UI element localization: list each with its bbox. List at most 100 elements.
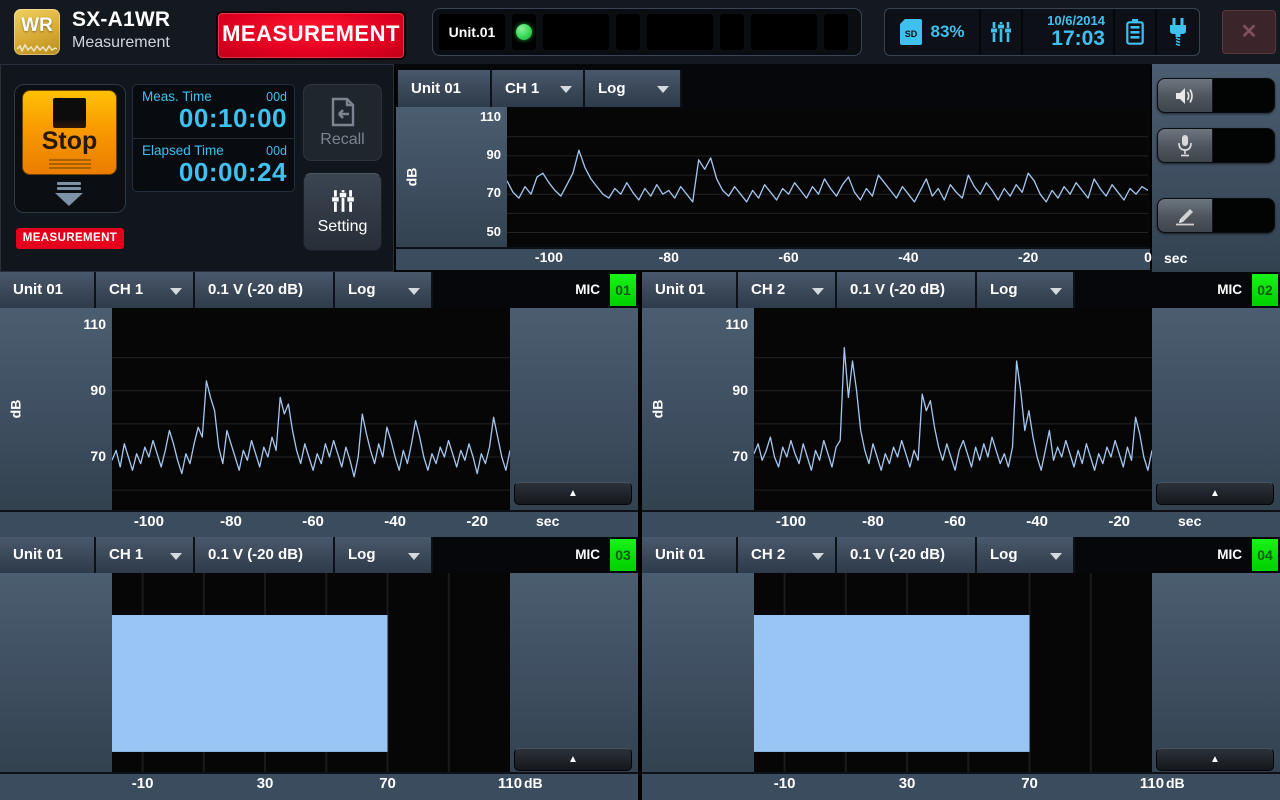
elapsed-time-days: 00d bbox=[266, 144, 287, 158]
mic-label: MIC bbox=[575, 272, 600, 308]
mic04-scale-select[interactable]: Log bbox=[977, 537, 1075, 573]
recall-button[interactable]: Recall bbox=[303, 84, 382, 161]
mic03-channel-select[interactable]: CH 1 bbox=[96, 537, 195, 573]
mic04-y-axis bbox=[642, 573, 754, 772]
overview-channel-select[interactable]: CH 1 bbox=[492, 70, 585, 107]
green-led-icon bbox=[516, 24, 532, 40]
collapse-button[interactable]: ▲ bbox=[514, 482, 632, 505]
mic01-channel-select[interactable]: CH 1 bbox=[96, 272, 195, 308]
unit-slot-empty bbox=[543, 14, 609, 50]
y-tick-label: 110 bbox=[725, 316, 748, 332]
side-buttons-column: sec bbox=[1152, 64, 1280, 272]
mixer-status bbox=[979, 9, 1021, 55]
mic02-range-label: 0.1 V (-20 dB) bbox=[837, 272, 977, 308]
collapse-button[interactable]: ▲ bbox=[1156, 748, 1274, 771]
x-tick-label: 30 bbox=[257, 775, 274, 792]
mic01-x-axis: -100-80-60-40-20 sec bbox=[0, 510, 638, 537]
mic02-unit-label: Unit 01 bbox=[642, 272, 738, 308]
overview-scale-select[interactable]: Log bbox=[585, 70, 682, 107]
elapsed-time-label: Elapsed Time bbox=[142, 143, 224, 158]
svg-text:SD: SD bbox=[905, 29, 918, 39]
x-tick-label: -80 bbox=[862, 513, 884, 530]
y-tick-label: 110 bbox=[480, 109, 501, 124]
measurement-mode-button[interactable]: MEASUREMENT bbox=[216, 11, 406, 60]
x-tick-label: -10 bbox=[774, 775, 796, 792]
time-text: 17:03 bbox=[1051, 28, 1105, 50]
setting-button[interactable]: Setting bbox=[303, 173, 382, 251]
collapse-controls-arrow-icon[interactable] bbox=[51, 180, 87, 206]
close-button[interactable]: ✕ bbox=[1222, 10, 1276, 54]
mic03-scale-select[interactable]: Log bbox=[335, 537, 433, 573]
stop-button[interactable]: Stop bbox=[22, 90, 117, 175]
app-icon-text: WR bbox=[14, 15, 60, 37]
speaker-icon bbox=[1174, 86, 1196, 106]
overview-plot bbox=[507, 110, 1148, 244]
x-tick-label: 0 bbox=[1144, 249, 1152, 265]
power-status bbox=[1155, 9, 1199, 55]
unit-slot-empty-led bbox=[616, 14, 640, 50]
mic03-number-badge: 03 bbox=[610, 539, 636, 571]
top-bar: WR SX-A1WR Measurement MEASUREMENT Unit.… bbox=[0, 0, 1280, 66]
mic04-plot bbox=[754, 573, 1152, 772]
x-tick-label: -20 bbox=[1018, 249, 1038, 265]
mic03-x-axis: -103070110 dB bbox=[0, 772, 638, 800]
mic02-scale-select[interactable]: Log bbox=[977, 272, 1075, 308]
panel-overview: Unit 01 CH 1 Log dB 110907050 -100-80-60… bbox=[396, 64, 1150, 272]
stop-icon bbox=[53, 98, 86, 128]
date-text: 10/6/2014 bbox=[1047, 14, 1105, 28]
annotate-pen-button[interactable] bbox=[1157, 198, 1275, 233]
mic01-number-badge: 01 bbox=[610, 274, 636, 306]
unit-slot-empty bbox=[647, 14, 713, 50]
mic01-plot bbox=[112, 308, 510, 510]
collapse-button[interactable]: ▲ bbox=[514, 748, 632, 771]
mic-label: MIC bbox=[575, 537, 600, 573]
y-tick-label: 70 bbox=[732, 448, 748, 464]
collapse-arrow-icon: ▲ bbox=[1210, 754, 1220, 765]
control-panel: Stop MEASUREMENT Meas. Time 00d 00:10:00… bbox=[0, 64, 394, 272]
x-tick-label: -20 bbox=[466, 513, 488, 530]
mic03-unit-label: Unit 01 bbox=[0, 537, 96, 573]
x-tick-label: -10 bbox=[132, 775, 154, 792]
x-tick-label: -80 bbox=[220, 513, 242, 530]
x-tick-label: -100 bbox=[776, 513, 806, 530]
mic04-channel-select[interactable]: CH 2 bbox=[738, 537, 837, 573]
x-tick-label: -20 bbox=[1108, 513, 1130, 530]
waveform-icon bbox=[17, 42, 57, 52]
close-icon: ✕ bbox=[1241, 21, 1258, 43]
microphone-monitor-button[interactable] bbox=[1157, 128, 1275, 163]
overview-y-axis: dB 110907050 bbox=[396, 107, 507, 247]
speaker-output-button[interactable] bbox=[1157, 78, 1275, 113]
mic-label: MIC bbox=[1217, 272, 1242, 308]
mic04-range-label: 0.1 V (-20 dB) bbox=[837, 537, 977, 573]
microphone-icon bbox=[1176, 134, 1194, 158]
x-tick-label: -40 bbox=[898, 249, 918, 265]
recall-document-icon bbox=[329, 97, 357, 127]
meas-time-row: Meas. Time 00d 00:10:00 bbox=[133, 85, 294, 138]
x-tick-label: 30 bbox=[899, 775, 916, 792]
mic02-y-axis: dB 1109070 bbox=[642, 308, 754, 510]
collapse-button[interactable]: ▲ bbox=[1156, 482, 1274, 505]
y-axis-unit: dB bbox=[7, 400, 23, 419]
sd-card-status: SD 83% bbox=[885, 9, 979, 55]
x-axis-unit: dB bbox=[1166, 775, 1185, 791]
chevron-down-icon bbox=[657, 86, 669, 93]
chevron-down-icon bbox=[170, 288, 182, 295]
x-tick-label: -100 bbox=[535, 249, 563, 265]
measurement-status-badge: MEASUREMENT bbox=[16, 228, 124, 249]
mic02-channel-select[interactable]: CH 2 bbox=[738, 272, 837, 308]
mic01-unit-label: Unit 01 bbox=[0, 272, 96, 308]
pen-icon bbox=[1174, 206, 1196, 226]
setting-sliders-icon bbox=[330, 188, 356, 214]
mic01-scale-select[interactable]: Log bbox=[335, 272, 433, 308]
collapse-arrow-icon: ▲ bbox=[1210, 488, 1220, 499]
app-icon: WR bbox=[14, 9, 60, 55]
overview-x-axis: -100-80-60-40-200 bbox=[396, 247, 1150, 270]
sd-card-icon: SD bbox=[899, 18, 923, 46]
chevron-down-icon bbox=[812, 288, 824, 295]
sliders-icon bbox=[990, 20, 1012, 44]
mic-label: MIC bbox=[1217, 537, 1242, 573]
mic04-x-axis: -103070110 dB bbox=[642, 772, 1280, 800]
chevron-down-icon bbox=[812, 553, 824, 560]
y-tick-label: 70 bbox=[90, 448, 106, 464]
x-tick-label: -80 bbox=[659, 249, 679, 265]
